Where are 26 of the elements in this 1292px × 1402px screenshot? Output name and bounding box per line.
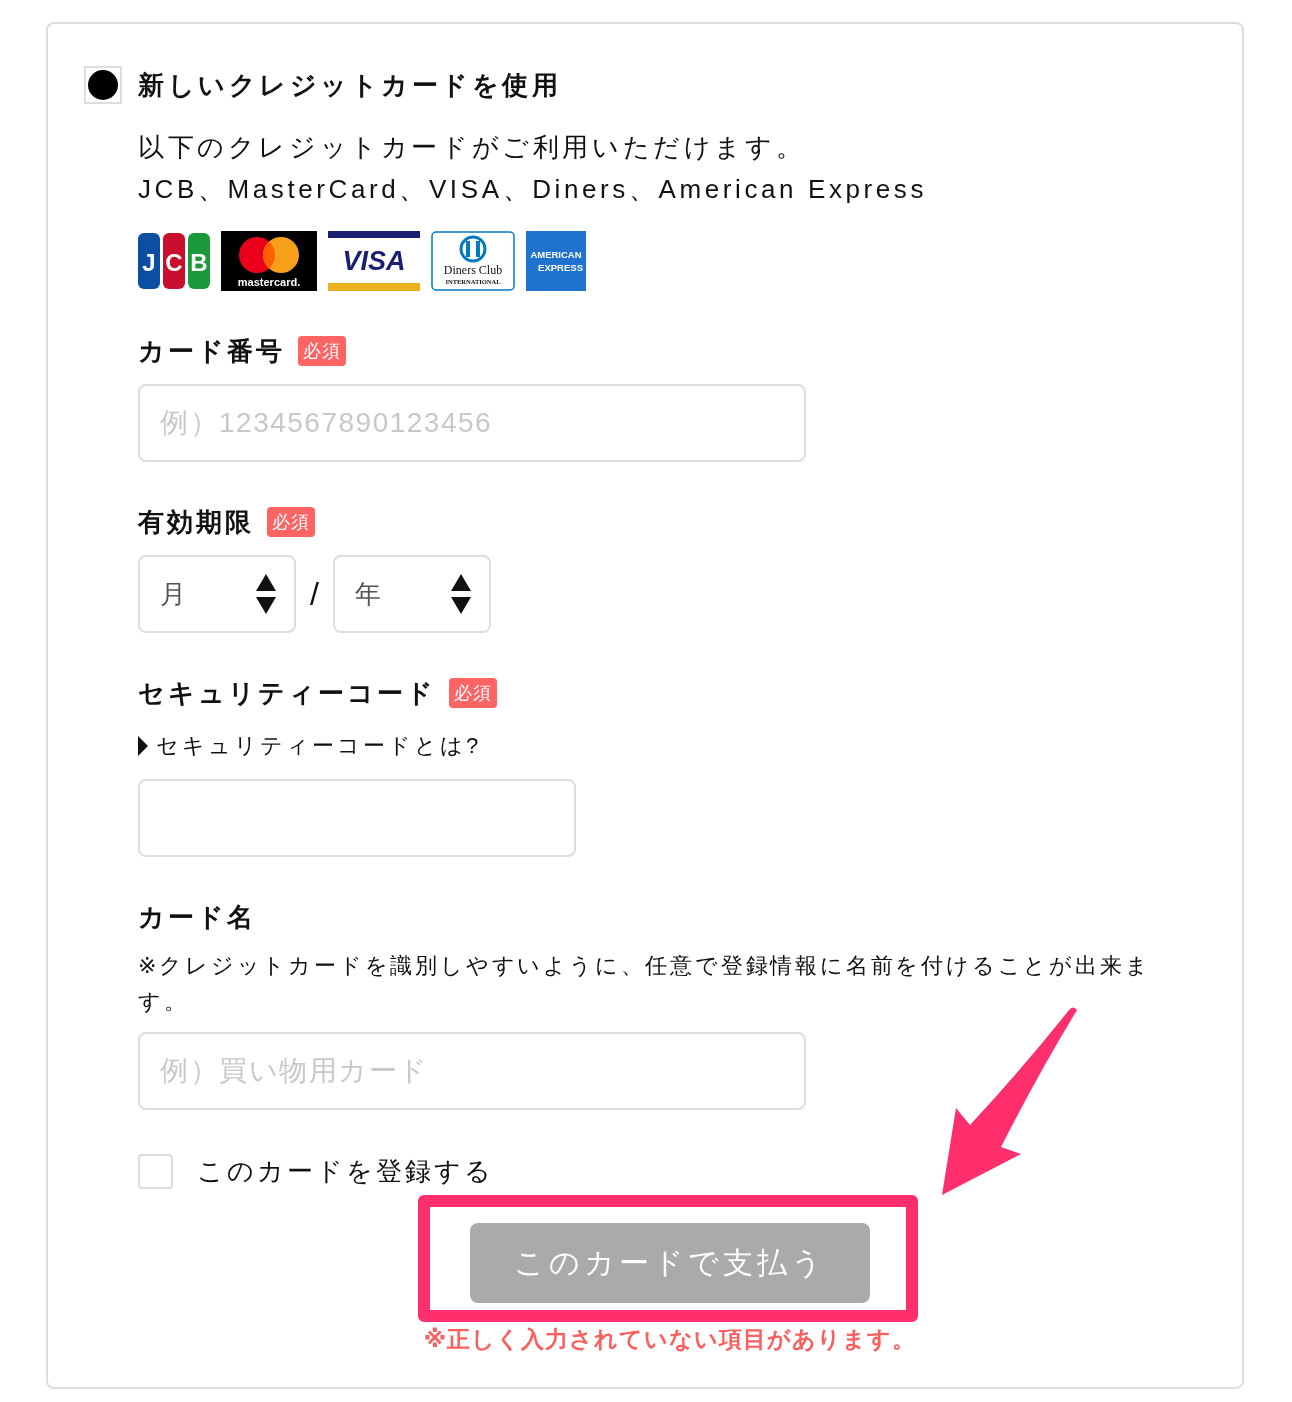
help-link[interactable]: セキュリティーコードとは? [138,730,482,762]
card-logo: AMERICAN EXPRESS [526,231,586,291]
card-logo: VISA [328,231,420,291]
dropdown-select[interactable]: 月 [138,555,296,633]
intro-text: JCB、MasterCard、VISA、Diners、American Express [138,173,928,206]
field-label: セキュリティーコード [138,677,436,710]
field-label: 有効期限 [138,506,254,539]
field-label: カード名 [138,901,256,934]
up-down-arrows-icon [450,574,471,614]
required-badge: 必須 [449,678,497,708]
checkbox-label[interactable]: このカードを登録する [197,1154,494,1189]
intro-text: 以下のクレジットカードがご利用いただけます。 [138,131,807,164]
caret-right-icon [138,736,148,756]
field-note: ※クレジットカードを識別しやすいように、任意で登録情報に名前を付けることが出来ます。 [138,952,1152,1016]
separator-slash: / [310,575,319,614]
option-label: 新しいクレジットカードを使用 [138,69,561,102]
dropdown-select[interactable]: 年 [332,555,491,633]
up-down-arrows-icon [256,574,276,614]
required-badge: 必須 [298,336,346,366]
card-logo: mastercard. [221,231,317,291]
error-message: ※正しく入力されていない項目があります。 [423,1325,917,1353]
input-field[interactable] [138,779,576,857]
field-label: カード番号 [138,335,285,368]
required-badge: 必須 [267,507,315,537]
checkbox[interactable] [138,1154,173,1189]
radio-button[interactable] [84,66,122,104]
